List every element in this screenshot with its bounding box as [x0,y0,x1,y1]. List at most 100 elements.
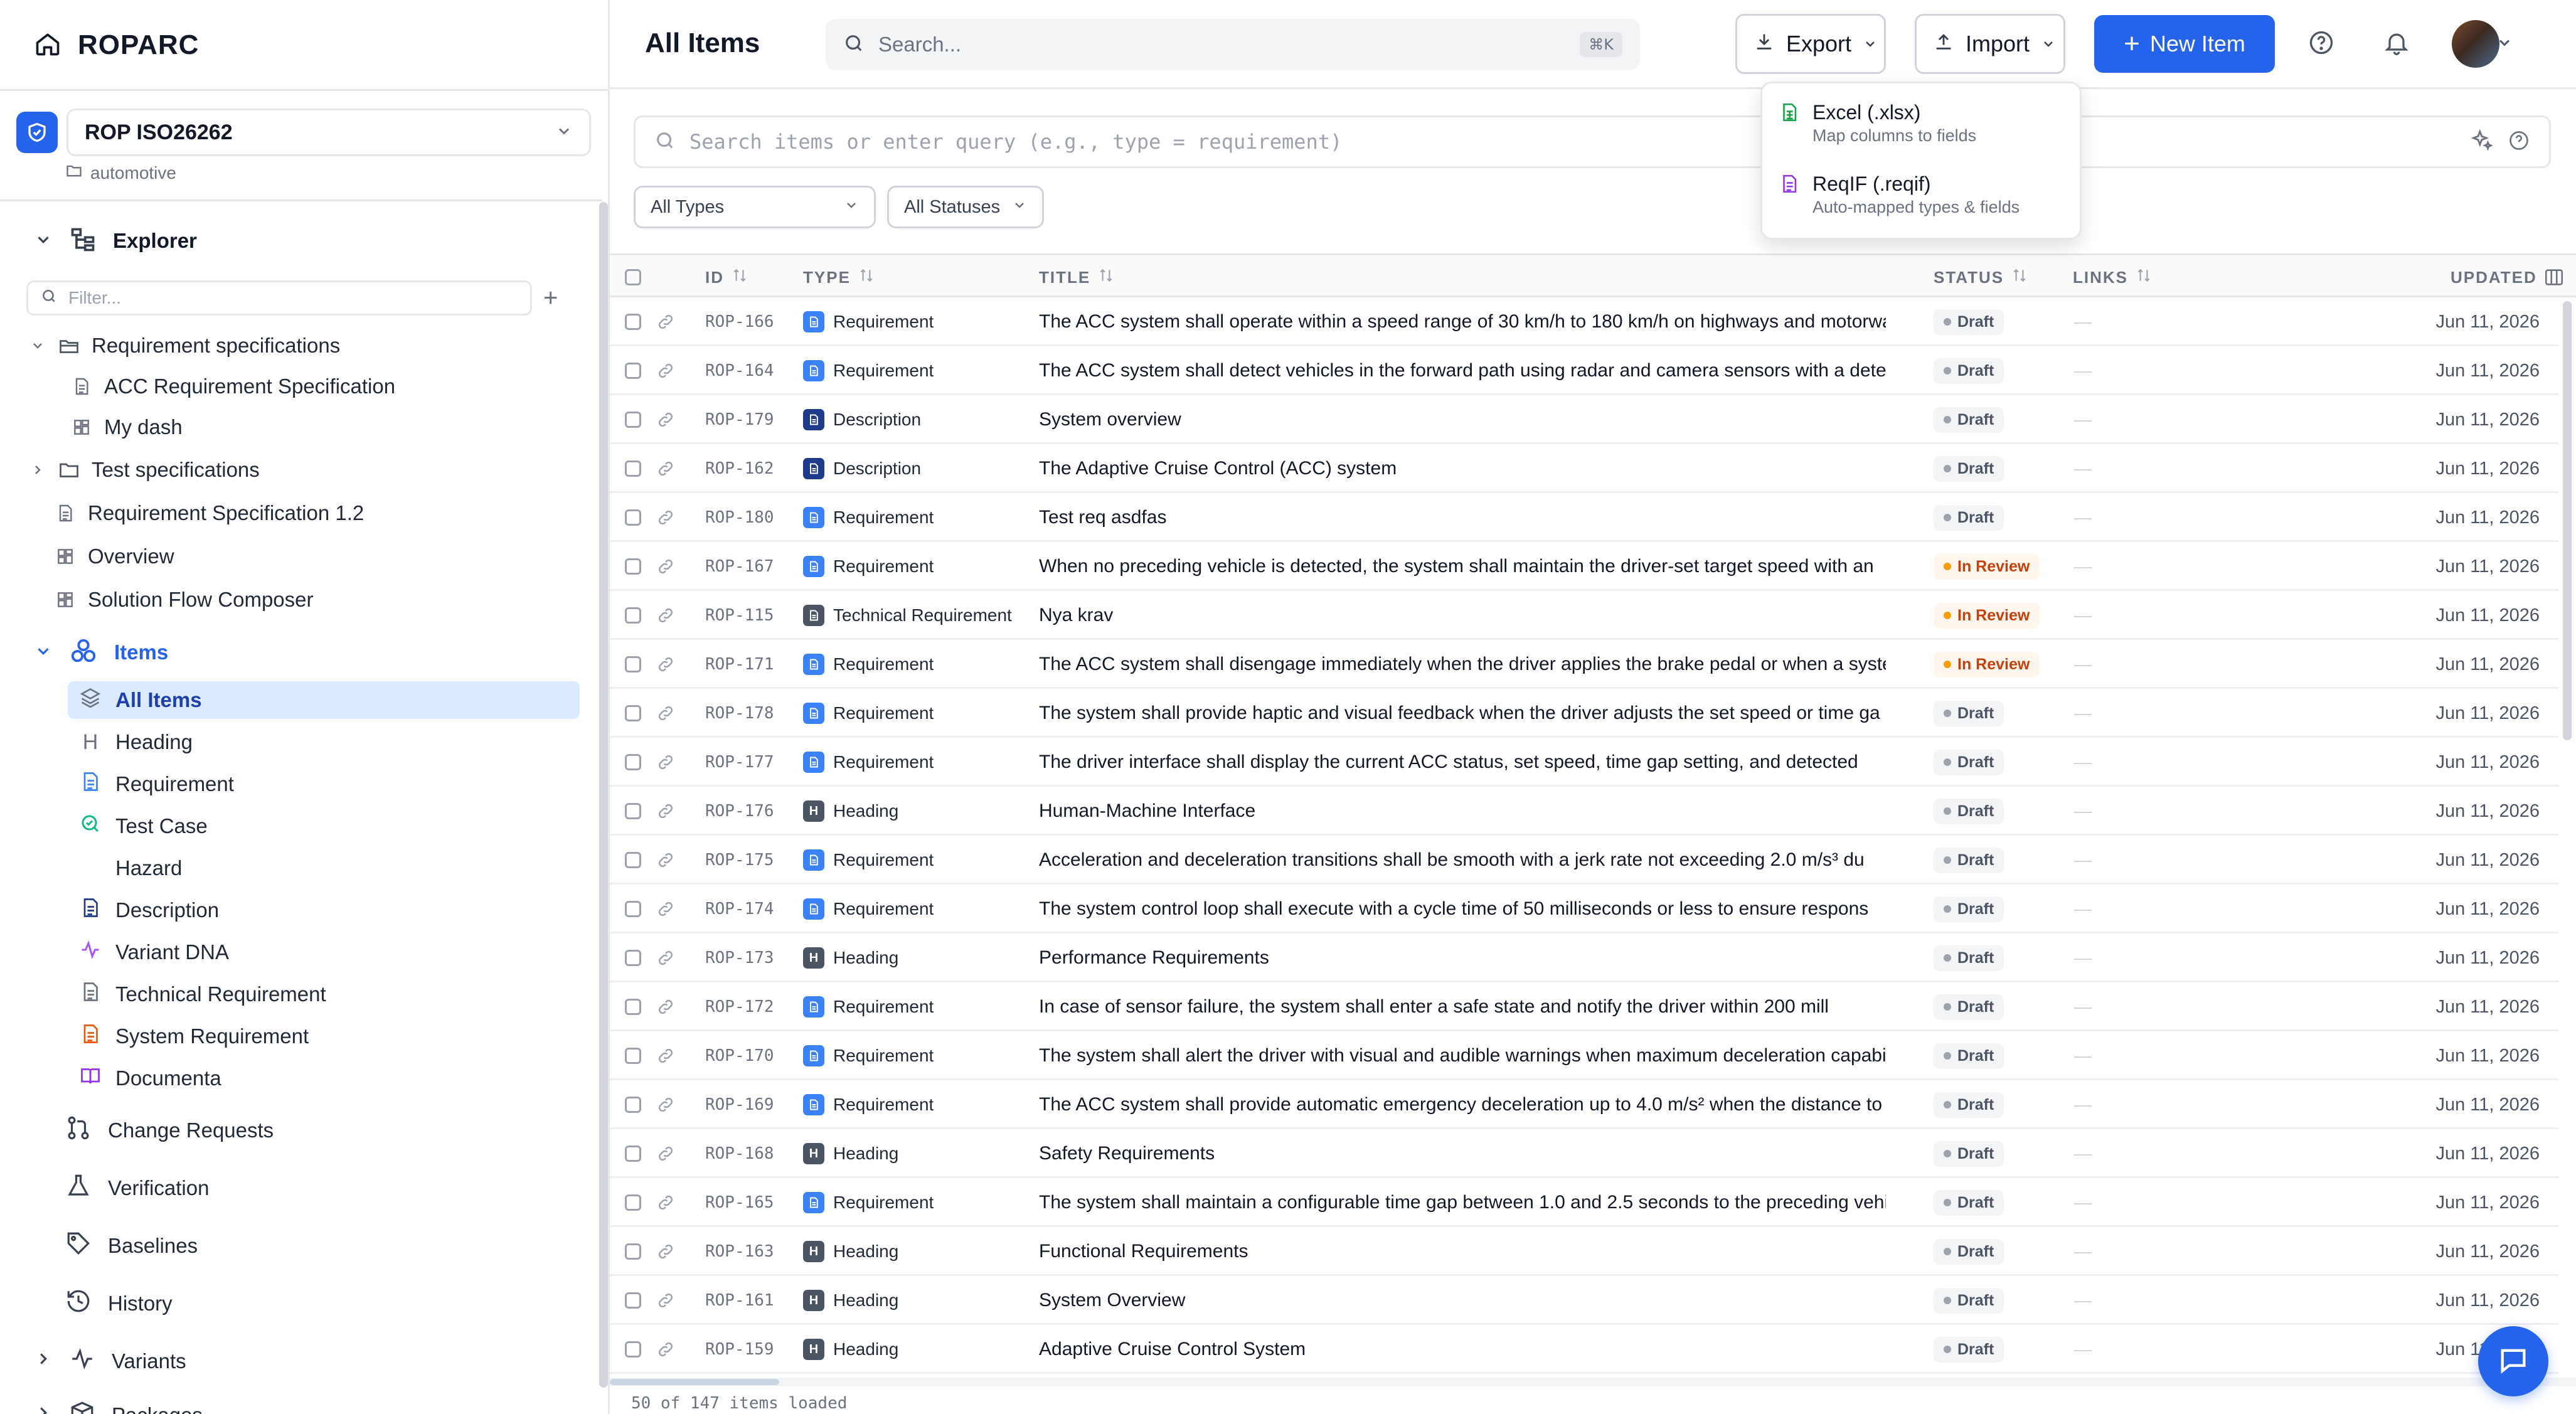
nav-variants[interactable]: Variants [34,1344,186,1379]
row-checkbox[interactable] [625,738,641,787]
import-reqif-option[interactable]: ReqIF (.reqif) Auto-mapped types & field… [1779,171,2067,234]
row-title[interactable]: When no preceding vehicle is detected, t… [1039,542,1886,591]
items-nav-toggle[interactable]: Items [34,635,168,670]
type-hazard[interactable]: Hazard [68,849,580,887]
row-id[interactable]: ROP-159 [705,1325,774,1374]
row-checkbox[interactable] [625,640,641,689]
link-icon[interactable] [656,1227,675,1276]
link-icon[interactable] [656,395,675,444]
link-icon[interactable] [656,1129,675,1178]
tree-item-overview[interactable]: Overview [53,541,174,572]
table-row[interactable]: ROP-180 Requirement Test req asdfas Draft — J… [610,493,2558,542]
link-icon[interactable] [656,591,675,640]
row-checkbox[interactable] [625,836,641,885]
notifications-button[interactable] [2375,23,2418,65]
link-icon[interactable] [656,297,675,346]
type-system-requirement[interactable]: System Requirement [68,1018,580,1055]
column-type[interactable]: TYPE [803,255,875,299]
table-row[interactable]: ROP-169 Requirement The ACC system shall p… [610,1080,2558,1129]
row-checkbox[interactable] [625,493,641,542]
query-input[interactable]: Search items or enter query (e.g., type … [634,115,2551,168]
row-id[interactable]: ROP-179 [705,395,774,444]
row-id[interactable]: ROP-166 [705,297,774,346]
row-title[interactable]: In case of sensor failure, the system sh… [1039,982,1886,1031]
tree-item-requirement-specification-1-2[interactable]: Requirement Specification 1.2 [53,497,364,529]
row-id[interactable]: ROP-164 [705,346,774,395]
type-documenta[interactable]: Documenta [68,1060,580,1097]
tree-item-acc-requirement-specification[interactable]: ACC Requirement Specification [69,371,395,402]
link-icon[interactable] [656,346,675,395]
row-title[interactable]: Adaptive Cruise Control System [1039,1325,1886,1374]
row-checkbox[interactable] [625,982,641,1031]
help-circle-icon[interactable] [2508,129,2530,155]
row-checkbox[interactable] [625,1080,641,1129]
select-all-checkbox[interactable] [625,255,641,299]
row-checkbox[interactable] [625,297,641,346]
table-row[interactable]: ROP-161 H Heading System Overview Draft — Jun … [610,1276,2558,1325]
table-row[interactable]: ROP-115 Technical Requirement Nya krav In R… [610,591,2558,640]
chat-button[interactable] [2478,1326,2548,1396]
row-title[interactable]: The ACC system shall disengage immediate… [1039,640,1886,689]
row-id[interactable]: ROP-171 [705,640,774,689]
row-id[interactable]: ROP-177 [705,738,774,787]
row-checkbox[interactable] [625,1276,641,1325]
link-icon[interactable] [656,1178,675,1227]
nav-baselines[interactable]: Baselines [65,1228,198,1263]
link-icon[interactable] [656,787,675,836]
row-checkbox[interactable] [625,542,641,591]
nav-change-requests[interactable]: Change Requests [65,1113,274,1148]
table-row[interactable]: ROP-163 H Heading Functional Requirements Dr… [610,1227,2558,1276]
row-title[interactable]: The ACC system shall operate within a sp… [1039,297,1886,346]
link-icon[interactable] [656,1031,675,1080]
row-checkbox[interactable] [625,395,641,444]
table-row[interactable]: ROP-176 H Heading Human-Machine Interface Dr… [610,787,2558,836]
type-filter-select[interactable]: All Types [634,186,876,228]
status-filter-select[interactable]: All Statuses [887,186,1044,228]
row-id[interactable]: ROP-163 [705,1227,774,1276]
row-title[interactable]: The ACC system shall detect vehicles in … [1039,346,1886,395]
row-checkbox[interactable] [625,933,641,982]
row-checkbox[interactable] [625,1325,641,1374]
horizontal-scrollbar[interactable] [610,1378,2576,1386]
tree-item-my-dash[interactable]: My dash [69,412,183,443]
link-icon[interactable] [656,982,675,1031]
type-variant-dna[interactable]: Variant DNA [68,933,580,971]
row-title[interactable]: The system shall maintain a configurable… [1039,1178,1886,1227]
table-row[interactable]: ROP-164 Requirement The ACC system shall d… [610,346,2558,395]
row-title[interactable]: Acceleration and deceleration transition… [1039,836,1886,885]
type-requirement[interactable]: Requirement [68,765,580,803]
table-scrollbar[interactable] [2563,301,2572,740]
row-title[interactable]: Human-Machine Interface [1039,787,1886,836]
link-icon[interactable] [656,689,675,738]
table-row[interactable]: ROP-171 Requirement The ACC system shall d… [610,640,2558,689]
row-checkbox[interactable] [625,1227,641,1276]
add-icon[interactable]: + [543,284,558,312]
link-icon[interactable] [656,933,675,982]
row-title[interactable]: Functional Requirements [1039,1227,1886,1276]
row-id[interactable]: ROP-162 [705,444,774,493]
sparkles-icon[interactable] [2470,129,2494,156]
row-id[interactable]: ROP-167 [705,542,774,591]
link-icon[interactable] [656,1080,675,1129]
link-icon[interactable] [656,640,675,689]
brand[interactable]: ROPARC [34,26,199,64]
row-title[interactable]: Safety Requirements [1039,1129,1886,1178]
table-row[interactable]: ROP-173 H Heading Performance Requirements D… [610,933,2558,982]
export-button[interactable]: Export [1735,14,1886,74]
project-selector[interactable]: ROP ISO26262 [16,109,591,156]
row-title[interactable]: The system shall provide haptic and visu… [1039,689,1886,738]
link-icon[interactable] [656,493,675,542]
row-id[interactable]: ROP-180 [705,493,774,542]
help-button[interactable] [2300,23,2343,65]
global-search-input[interactable]: Search... ⌘K [826,19,1640,70]
row-title[interactable]: System overview [1039,395,1886,444]
explorer-toggle[interactable]: Explorer [34,225,197,257]
nav-packages[interactable]: Packages [34,1398,203,1414]
table-row[interactable]: ROP-178 Requirement The system shall provi… [610,689,2558,738]
table-row[interactable]: ROP-165 Requirement The system shall maint… [610,1178,2558,1227]
import-button[interactable]: Import [1915,14,2065,74]
link-icon[interactable] [656,738,675,787]
row-checkbox[interactable] [625,1178,641,1227]
row-checkbox[interactable] [625,1129,641,1178]
link-icon[interactable] [656,1276,675,1325]
